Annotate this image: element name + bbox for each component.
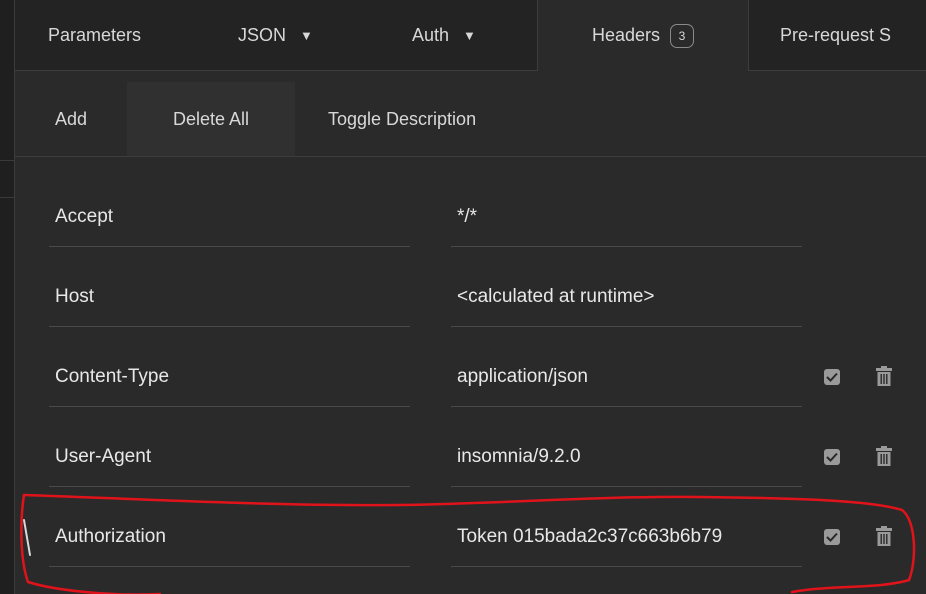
- headers-count-badge: 3: [670, 23, 695, 48]
- tab-label: JSON: [238, 24, 287, 45]
- header-value-field[interactable]: application/json: [451, 347, 802, 407]
- header-value-field[interactable]: insomnia/9.2.0: [451, 427, 802, 487]
- header-value-field[interactable]: <calculated at runtime>: [451, 267, 802, 327]
- header-row: User-Agent insomnia/9.2.0: [15, 417, 926, 497]
- tab-headers[interactable]: Headers 3: [537, 0, 749, 71]
- header-value-field[interactable]: */*: [451, 187, 802, 247]
- header-name-field[interactable]: Content-Type: [49, 347, 410, 407]
- headers-toolbar: Add Delete All Toggle Description: [15, 82, 926, 157]
- trash-icon[interactable]: [876, 526, 892, 546]
- checkmark-icon: [826, 372, 838, 382]
- enable-checkbox[interactable]: [824, 369, 840, 385]
- header-row: Authorization Token 015bada2c37c663b6b79: [15, 497, 926, 577]
- enable-checkbox[interactable]: [824, 529, 840, 545]
- checkmark-icon: [826, 452, 838, 462]
- trash-icon[interactable]: [876, 366, 892, 386]
- header-name-field[interactable]: Accept: [49, 187, 410, 247]
- tab-auth[interactable]: Auth ▼: [412, 0, 476, 70]
- header-value-field[interactable]: Token 015bada2c37c663b6b79: [451, 507, 802, 567]
- delete-all-button-label: Delete All: [172, 108, 250, 129]
- tab-label: Auth: [412, 24, 450, 45]
- header-row: Content-Type application/json: [15, 337, 926, 417]
- header-name-field[interactable]: Host: [49, 267, 410, 327]
- header-name-field[interactable]: User-Agent: [49, 427, 410, 487]
- add-button-label: Add: [54, 108, 88, 129]
- caret-down-icon[interactable]: ▼: [300, 28, 313, 43]
- tab-label: Headers: [591, 25, 661, 45]
- divider: [0, 197, 14, 198]
- delete-all-button[interactable]: Delete All: [127, 82, 295, 156]
- tab-parameters[interactable]: Parameters: [48, 0, 141, 70]
- caret-down-icon[interactable]: ▼: [463, 28, 476, 43]
- header-row: Host <calculated at runtime>: [15, 257, 926, 337]
- header-row: Accept */*: [15, 177, 926, 257]
- tab-pre-request-script[interactable]: Pre-request S: [780, 0, 891, 70]
- trash-icon[interactable]: [876, 446, 892, 466]
- left-panel-edge: [0, 0, 14, 594]
- request-panel: Parameters JSON ▼ Auth ▼ Headers 3 Pre-r…: [14, 0, 926, 594]
- tab-label: Parameters: [48, 24, 142, 45]
- tab-json[interactable]: JSON ▼: [238, 0, 313, 70]
- header-name-field[interactable]: Authorization: [49, 507, 410, 567]
- divider: [0, 160, 14, 161]
- toggle-description-button[interactable]: Toggle Description: [328, 82, 476, 156]
- tab-label: Pre-request S: [780, 24, 892, 45]
- enable-checkbox[interactable]: [824, 449, 840, 465]
- toggle-description-button-label: Toggle Description: [328, 108, 477, 129]
- request-tab-bar: Parameters JSON ▼ Auth ▼ Headers 3 Pre-r…: [15, 0, 926, 71]
- add-button[interactable]: Add: [15, 82, 127, 156]
- checkmark-icon: [826, 532, 838, 542]
